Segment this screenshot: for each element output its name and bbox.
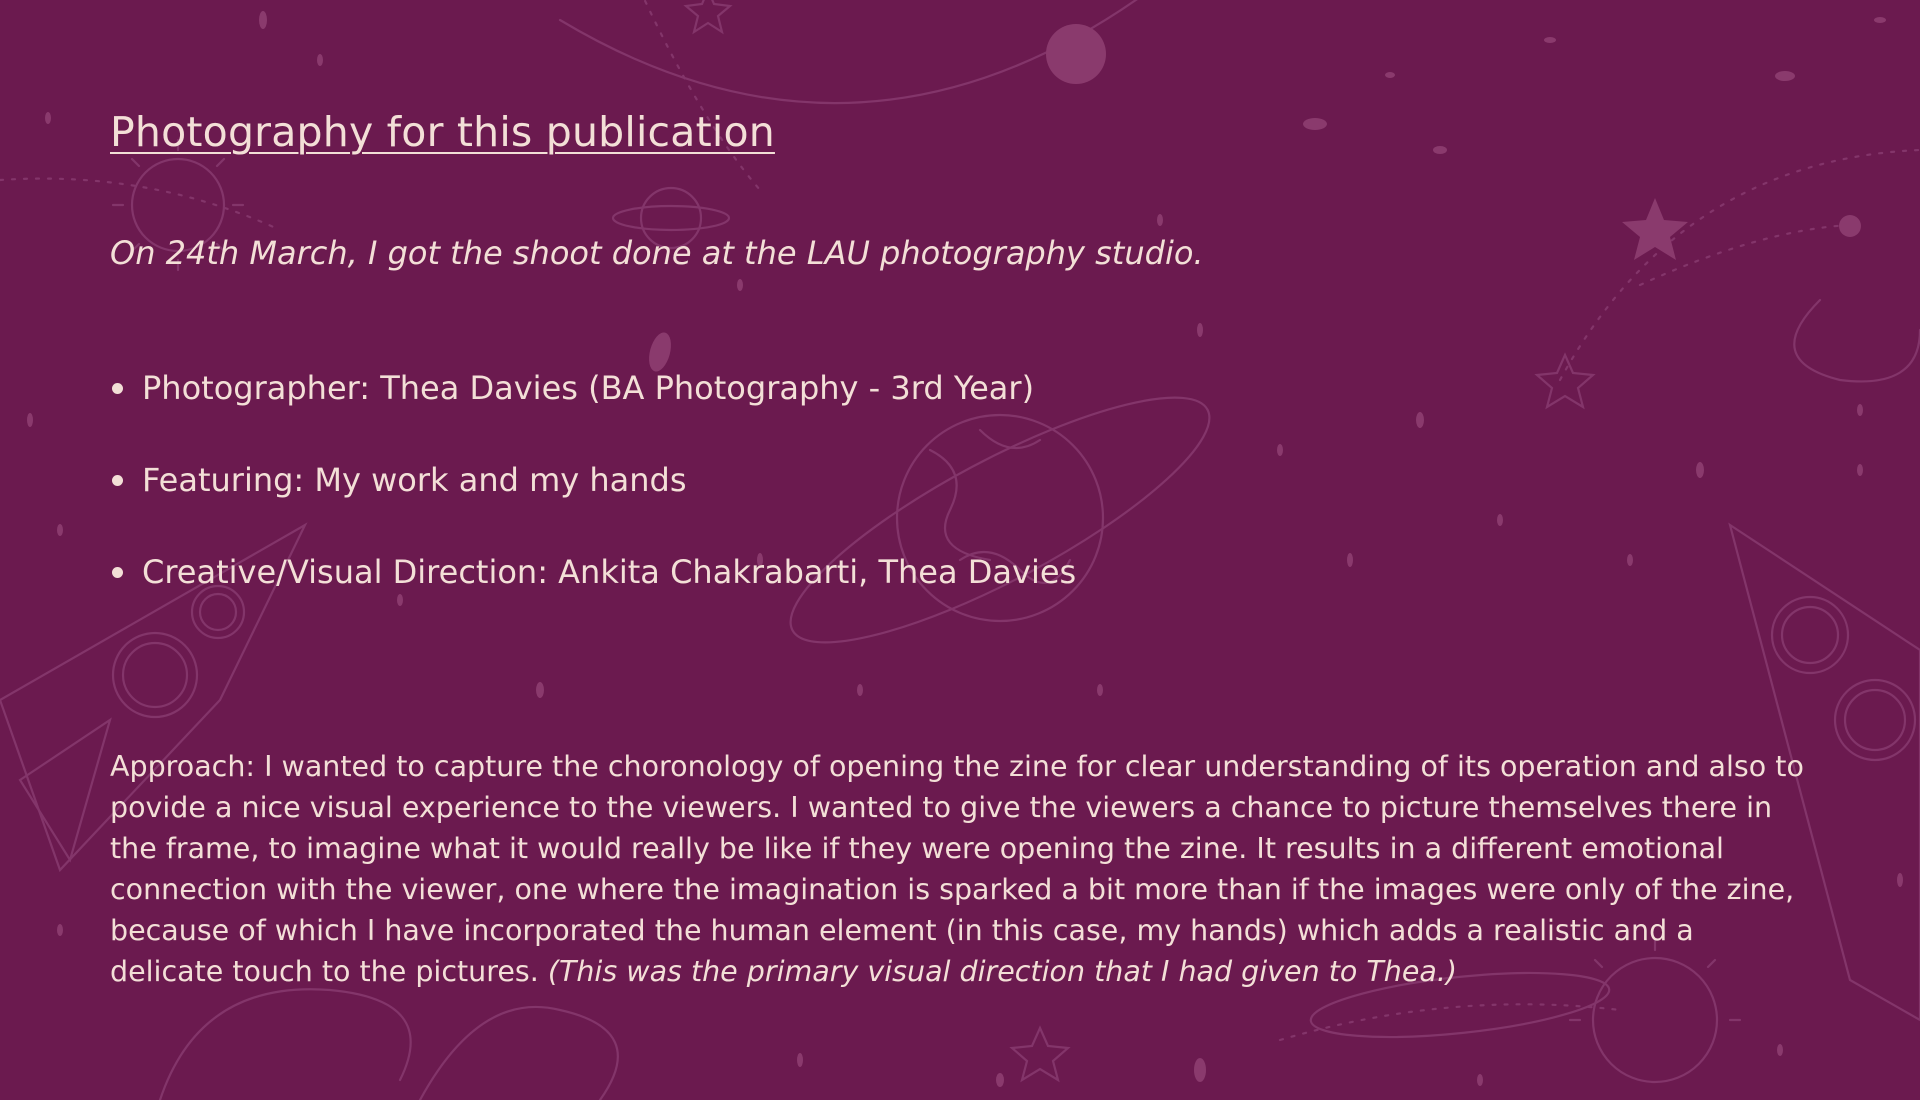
bullet-icon [112, 567, 123, 578]
credit-featuring: Featuring: My work and my hands [110, 460, 1076, 500]
page-title: Photography for this publication [110, 108, 775, 156]
credit-direction: Creative/Visual Direction: Ankita Chakra… [110, 552, 1076, 592]
approach-paragraph: Approach: I wanted to capture the choron… [110, 746, 1810, 992]
credit-label: Photographer: Thea Davies (BA Photograph… [142, 369, 1035, 407]
bullet-icon [112, 475, 123, 486]
comet-trail-right [1558, 148, 1920, 382]
intro-text: On 24th March, I got the shoot done at t… [110, 234, 1204, 272]
orbit-arc-top [558, 0, 1138, 105]
swirl-doodle [158, 988, 619, 1100]
credits-list: Photographer: Thea Davies (BA Photograph… [110, 368, 1076, 644]
comet-doodle [0, 177, 282, 232]
credit-photographer: Photographer: Thea Davies (BA Photograph… [110, 368, 1076, 408]
credit-label: Creative/Visual Direction: Ankita Chakra… [142, 553, 1077, 591]
approach-note: (This was the primary visual direction t… [547, 955, 1458, 988]
approach-text: Approach: I wanted to capture the choron… [110, 750, 1804, 988]
credit-label: Featuring: My work and my hands [142, 461, 687, 499]
orbit-dotted-top [643, 0, 762, 192]
bullet-icon [112, 383, 123, 394]
star-doodle [1622, 198, 1688, 260]
slide: Photography for this publication On 24th… [0, 0, 1920, 1100]
